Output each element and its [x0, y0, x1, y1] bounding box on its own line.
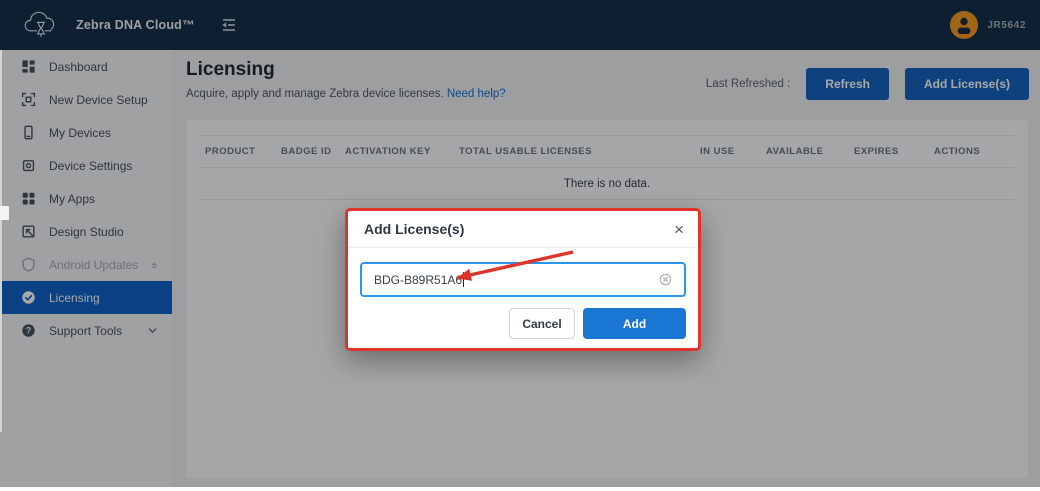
dialog-title: Add License(s) [364, 221, 464, 237]
add-button[interactable]: Add [583, 308, 686, 339]
text-caret [463, 272, 464, 287]
zebra-dna-cloud-app: Zebra DNA Cloud™ JR5642 Das [0, 0, 1040, 491]
license-key-input[interactable]: BDG-B89R51A6 [360, 262, 686, 297]
close-icon[interactable]: × [674, 221, 684, 238]
add-licenses-dialog: Add License(s) × BDG-B89R51A6 Cancel Add [345, 208, 701, 351]
cancel-button[interactable]: Cancel [509, 308, 575, 339]
clear-input-icon[interactable] [659, 273, 672, 286]
window-edge-artifact [0, 487, 1040, 491]
license-key-value: BDG-B89R51A6 [374, 273, 462, 287]
window-edge-artifact [0, 206, 9, 220]
window-edge-artifact [0, 50, 2, 432]
dialog-footer: Cancel Add [509, 308, 686, 339]
dialog-header: Add License(s) × [348, 211, 698, 248]
